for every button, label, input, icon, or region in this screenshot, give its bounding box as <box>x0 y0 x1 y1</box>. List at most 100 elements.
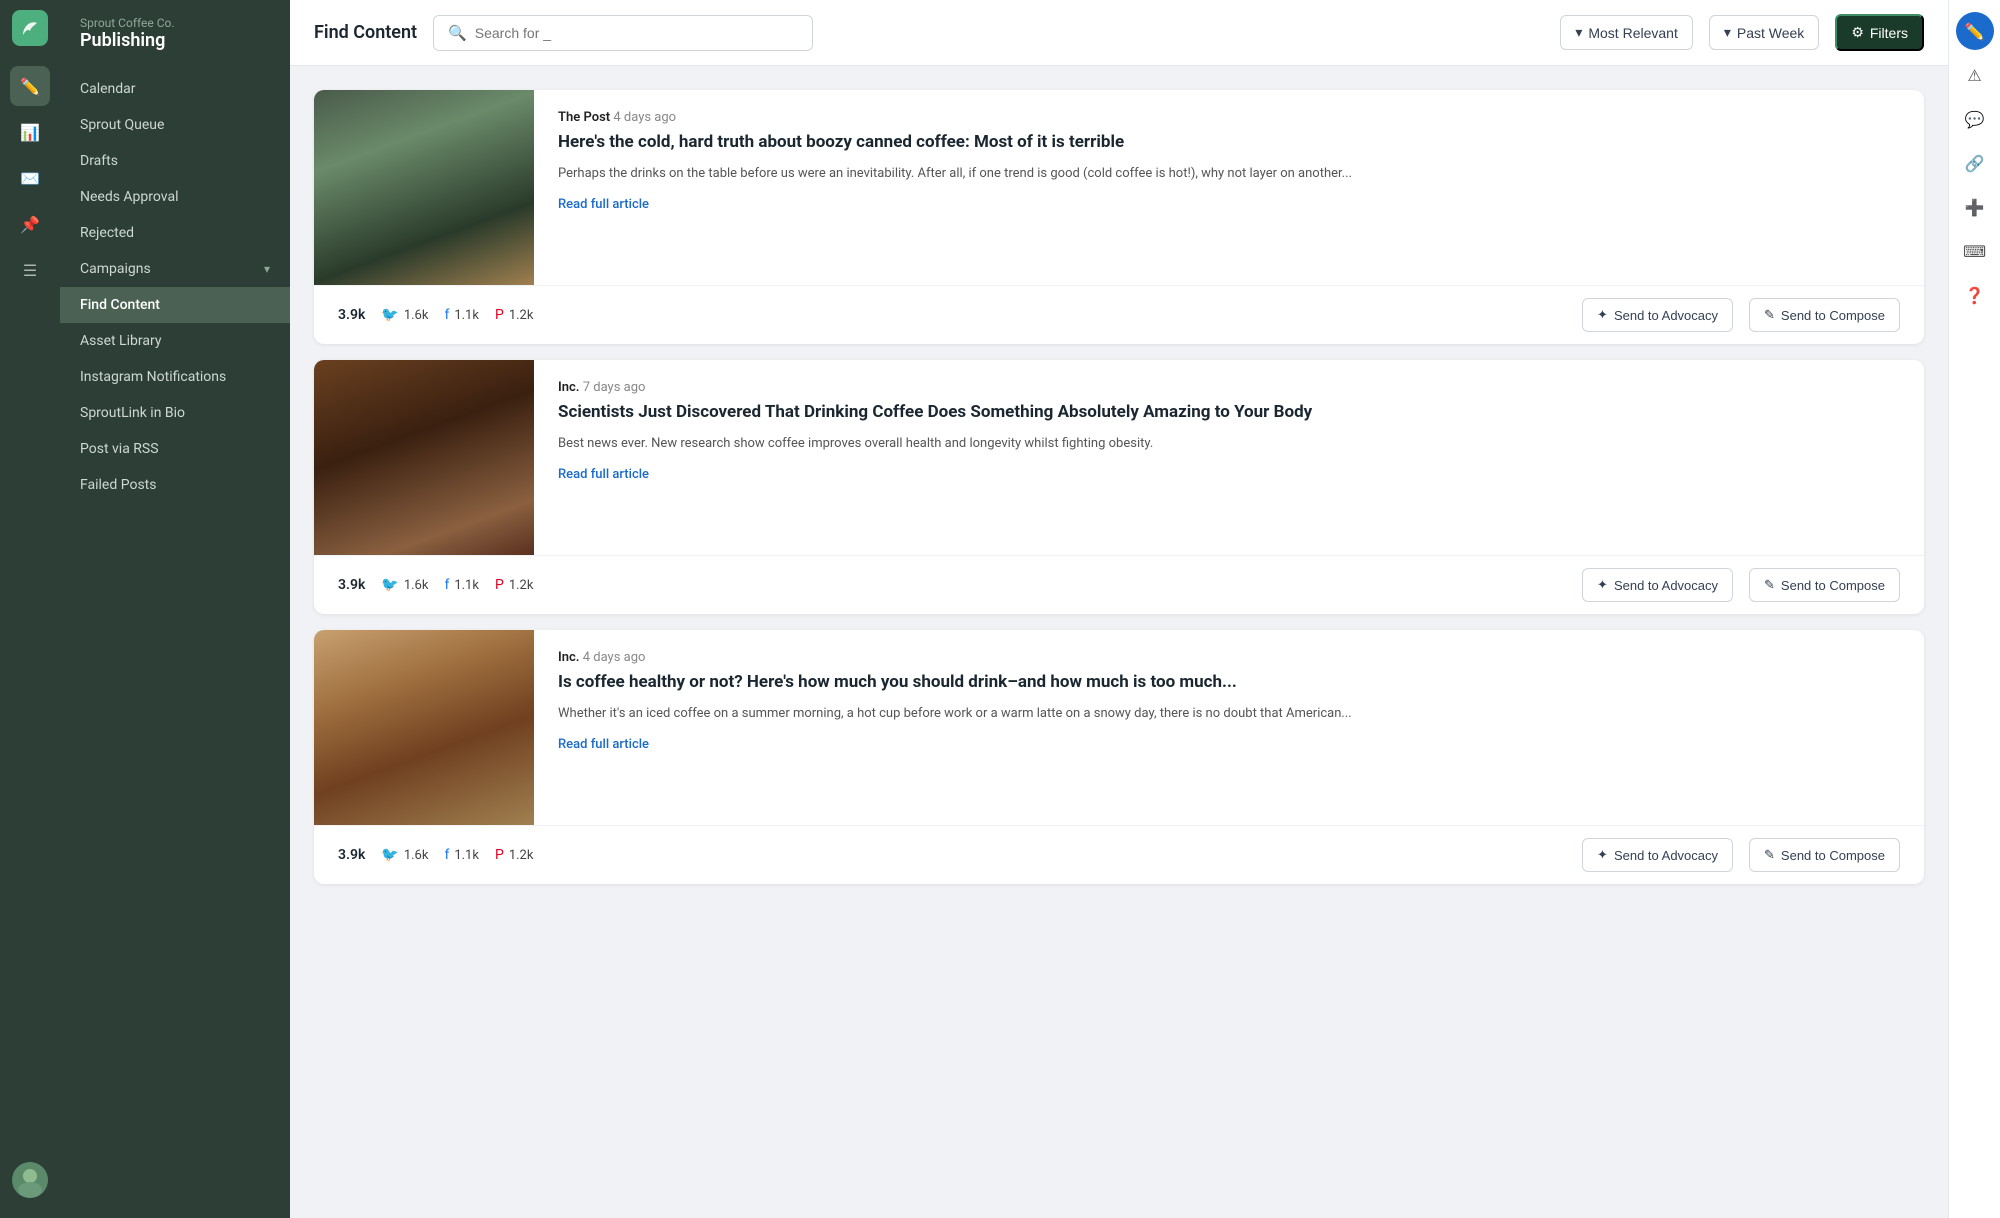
stat-total: 3.9k <box>338 847 365 863</box>
sidebar-item-find-content[interactable]: Find Content <box>60 287 290 323</box>
search-icon: 🔍 <box>448 24 467 42</box>
article-time: 7 days ago <box>583 380 646 395</box>
article-excerpt: Perhaps the drinks on the table before u… <box>558 164 1900 184</box>
company-name: Sprout Coffee Co. <box>80 16 270 30</box>
search-input[interactable] <box>475 25 798 41</box>
compose-icon: ✎ <box>1764 577 1775 593</box>
article-excerpt: Whether it's an iced coffee on a summer … <box>558 704 1900 724</box>
read-full-article-link[interactable]: Read full article <box>558 197 649 212</box>
sidebar-item-drafts[interactable]: Drafts <box>60 143 290 179</box>
twitter-count: 1.6k <box>404 578 429 593</box>
twitter-icon: 🐦 <box>381 577 398 593</box>
facebook-icon: f <box>444 577 449 593</box>
article-image <box>314 90 534 285</box>
sidebar-item-sprout-queue[interactable]: Sprout Queue <box>60 107 290 143</box>
facebook-icon: f <box>444 847 449 863</box>
sidebar-item-label: Instagram Notifications <box>80 369 270 385</box>
article-source: The Post 4 days ago <box>558 110 1900 125</box>
send-to-compose-button[interactable]: ✎ Send to Compose <box>1749 298 1900 332</box>
article-footer: 3.9k 🐦 1.6k f 1.1k P 1.2k ✦ Send to Advo… <box>314 555 1924 614</box>
facebook-count: 1.1k <box>454 308 479 323</box>
send-to-compose-button[interactable]: ✎ Send to Compose <box>1749 838 1900 872</box>
send-to-advocacy-button[interactable]: ✦ Send to Advocacy <box>1582 838 1733 872</box>
advocacy-icon: ✦ <box>1597 307 1608 323</box>
article-card: Inc. 4 days ago Is coffee healthy or not… <box>314 630 1924 884</box>
sidebar-item-sproutlink-in-bio[interactable]: SproutLink in Bio <box>60 395 290 431</box>
source-name: The Post <box>558 110 610 125</box>
sidebar-item-calendar[interactable]: Calendar <box>60 71 290 107</box>
compose-icon: ✎ <box>1764 847 1775 863</box>
pinterest-count: 1.2k <box>509 308 534 323</box>
sidebar-item-asset-library[interactable]: Asset Library <box>60 323 290 359</box>
filters-button[interactable]: ⚙ Filters <box>1835 14 1924 51</box>
page-title: Find Content <box>314 22 417 43</box>
sidebar-item-label: Campaigns <box>80 261 264 277</box>
search-box[interactable]: 🔍 <box>433 15 813 51</box>
article-footer: 3.9k 🐦 1.6k f 1.1k P 1.2k ✦ Send to Advo… <box>314 825 1924 884</box>
sidebar-item-label: Post via RSS <box>80 441 270 457</box>
stat-facebook: f 1.1k <box>444 847 479 863</box>
read-full-article-link[interactable]: Read full article <box>558 467 649 482</box>
sidebar-item-label: Find Content <box>80 297 270 313</box>
facebook-count: 1.1k <box>454 578 479 593</box>
rail-tasks-icon[interactable]: 📌 <box>10 204 50 244</box>
advocacy-icon: ✦ <box>1597 577 1608 593</box>
sidebar-item-label: Rejected <box>80 225 270 241</box>
twitter-icon: 🐦 <box>381 847 398 863</box>
sidebar-item-failed-posts[interactable]: Failed Posts <box>60 467 290 503</box>
stat-total: 3.9k <box>338 307 365 323</box>
past-week-button[interactable]: ▾ Past Week <box>1709 15 1819 50</box>
article-time: 4 days ago <box>613 110 676 125</box>
sidebar-item-post-via-rss[interactable]: Post via RSS <box>60 431 290 467</box>
compose-icon[interactable]: ✏️ <box>1956 12 1994 50</box>
article-card: The Post 4 days ago Here's the cold, har… <box>314 90 1924 344</box>
send-to-advocacy-button[interactable]: ✦ Send to Advocacy <box>1582 298 1733 332</box>
add-icon[interactable]: ➕ <box>1956 188 1994 226</box>
article-body: Inc. 4 days ago Is coffee healthy or not… <box>534 630 1924 825</box>
rail-publishing-icon[interactable]: ✏️ <box>10 66 50 106</box>
read-full-article-link[interactable]: Read full article <box>558 737 649 752</box>
icon-rail: ✏️ 📊 ✉️ 📌 ☰ <box>0 0 60 1218</box>
link-icon[interactable]: 🔗 <box>1956 144 1994 182</box>
pinterest-icon: P <box>495 307 504 323</box>
sidebar-item-label: Drafts <box>80 153 270 169</box>
stat-facebook: f 1.1k <box>444 307 479 323</box>
user-avatar[interactable] <box>12 1162 48 1198</box>
keyboard-icon[interactable]: ⌨ <box>1956 232 1994 270</box>
alert-icon[interactable]: ⚠ <box>1956 56 1994 94</box>
pinterest-count: 1.2k <box>509 578 534 593</box>
article-image <box>314 360 534 555</box>
sidebar-item-label: Needs Approval <box>80 189 270 205</box>
sidebar-item-needs-approval[interactable]: Needs Approval <box>60 179 290 215</box>
sidebar-item-label: Calendar <box>80 81 270 97</box>
product-name: Publishing <box>80 30 270 51</box>
article-source: Inc. 4 days ago <box>558 650 1900 665</box>
source-name: Inc. <box>558 380 579 395</box>
sidebar-item-campaigns[interactable]: Campaigns▾ <box>60 251 290 287</box>
sidebar-item-rejected[interactable]: Rejected <box>60 215 290 251</box>
stat-twitter: 🐦 1.6k <box>381 577 428 593</box>
twitter-count: 1.6k <box>404 308 429 323</box>
rail-inbox-icon[interactable]: ✉️ <box>10 158 50 198</box>
pinterest-icon: P <box>495 577 504 593</box>
most-relevant-button[interactable]: ▾ Most Relevant <box>1560 15 1693 50</box>
source-name: Inc. <box>558 650 579 665</box>
app-logo[interactable] <box>12 10 48 46</box>
article-title: Scientists Just Discovered That Drinking… <box>558 401 1900 424</box>
send-to-advocacy-button[interactable]: ✦ Send to Advocacy <box>1582 568 1733 602</box>
sidebar-item-instagram-notifications[interactable]: Instagram Notifications <box>60 359 290 395</box>
message-icon[interactable]: 💬 <box>1956 100 1994 138</box>
article-card: Inc. 7 days ago Scientists Just Discover… <box>314 360 1924 614</box>
rail-reports-icon[interactable]: 📊 <box>10 112 50 152</box>
right-rail: ✏️ ⚠ 💬 🔗 ➕ ⌨ ❓ <box>1948 0 2000 1218</box>
sidebar-item-label: SproutLink in Bio <box>80 405 270 421</box>
rail-menu-icon[interactable]: ☰ <box>10 250 50 290</box>
article-title: Here's the cold, hard truth about boozy … <box>558 131 1900 154</box>
article-excerpt: Best news ever. New research show coffee… <box>558 434 1900 454</box>
article-inner: The Post 4 days ago Here's the cold, har… <box>314 90 1924 285</box>
pinterest-count: 1.2k <box>509 848 534 863</box>
sidebar-item-label: Sprout Queue <box>80 117 270 133</box>
help-icon[interactable]: ❓ <box>1956 276 1994 314</box>
send-to-compose-button[interactable]: ✎ Send to Compose <box>1749 568 1900 602</box>
stat-total: 3.9k <box>338 577 365 593</box>
